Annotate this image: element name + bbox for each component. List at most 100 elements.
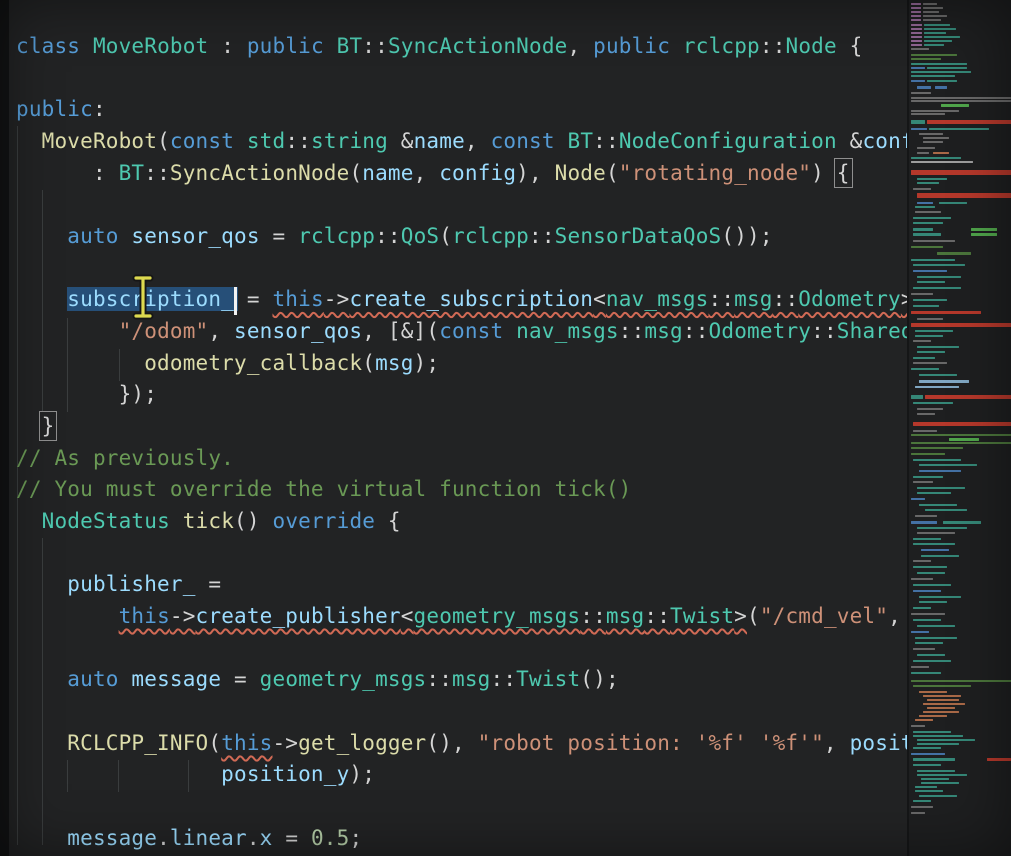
minimap-row bbox=[909, 15, 1011, 17]
minimap-bar bbox=[913, 543, 955, 545]
code-line[interactable]: RCLCPP_INFO(this->get_logger(), "robot p… bbox=[0, 728, 907, 760]
code-line[interactable]: position_y); bbox=[0, 759, 907, 791]
code-token: -> bbox=[170, 604, 196, 628]
code-token: create_subscription bbox=[349, 287, 593, 311]
minimap-bar bbox=[917, 281, 945, 283]
minimap-row bbox=[909, 707, 1011, 709]
minimap-bar bbox=[921, 555, 959, 557]
code-line[interactable]: this->create_publisher<geometry_msgs::ms… bbox=[0, 601, 907, 633]
code-line[interactable]: "/odom", sensor_qos, [&](const nav_msgs:… bbox=[0, 316, 907, 348]
minimap-row bbox=[909, 233, 1011, 236]
minimap-bar bbox=[917, 193, 1011, 198]
code-token: ); bbox=[349, 762, 375, 786]
code-line[interactable]: auto message = geometry_msgs::msg::Twist… bbox=[0, 664, 907, 696]
minimap-bar bbox=[911, 32, 922, 34]
minimap-bar bbox=[911, 672, 941, 674]
code-line[interactable] bbox=[0, 63, 907, 95]
minimap-row bbox=[909, 637, 1011, 639]
code-token: < bbox=[401, 604, 414, 628]
minimap-row bbox=[909, 572, 1011, 574]
minimap-bar bbox=[924, 36, 960, 38]
minimap-row bbox=[909, 442, 1011, 444]
code-token: . bbox=[157, 826, 170, 850]
minimap-row bbox=[909, 413, 1011, 415]
minimap-row bbox=[909, 276, 1011, 278]
minimap-bar bbox=[913, 584, 951, 586]
code-token bbox=[16, 731, 67, 755]
code-token: linear bbox=[170, 826, 247, 850]
code-line[interactable] bbox=[0, 696, 907, 728]
minimap-bar bbox=[927, 67, 967, 69]
code-token: ( bbox=[606, 161, 619, 185]
code-token: QoS bbox=[401, 224, 439, 248]
minimap-bar bbox=[911, 113, 945, 115]
minimap-row bbox=[909, 543, 1011, 545]
minimap-bar bbox=[919, 795, 957, 797]
code-token: :: bbox=[773, 287, 799, 311]
minimap-row bbox=[909, 54, 1011, 56]
minimap-bar bbox=[911, 63, 967, 65]
minimap-row bbox=[909, 206, 1011, 208]
minimap-row bbox=[909, 92, 1011, 94]
code-line[interactable]: odometry_callback(msg); bbox=[0, 348, 907, 380]
minimap-bar bbox=[913, 217, 951, 219]
code-token: Node bbox=[786, 34, 837, 58]
minimap-bar bbox=[911, 293, 933, 295]
code-area[interactable]: class MoveRobot : public BT::SyncActionN… bbox=[0, 0, 907, 856]
code-token: :: bbox=[375, 224, 401, 248]
minimap[interactable] bbox=[907, 0, 1011, 856]
code-line[interactable]: } bbox=[0, 411, 907, 443]
minimap-row bbox=[909, 182, 1011, 184]
code-line[interactable]: : BT::SyncActionNode(name, config), Node… bbox=[0, 158, 907, 190]
code-line[interactable]: MoveRobot(const std::string &name, const… bbox=[0, 126, 907, 158]
minimap-bar bbox=[911, 395, 923, 399]
minimap-row bbox=[909, 758, 1011, 761]
code-line[interactable] bbox=[0, 538, 907, 570]
code-token: ( bbox=[439, 224, 452, 248]
minimap-bar bbox=[911, 434, 1011, 436]
minimap-bar bbox=[917, 202, 933, 204]
minimap-bar bbox=[949, 438, 979, 441]
code-line[interactable]: // You must override the virtual functio… bbox=[0, 474, 907, 506]
minimap-row bbox=[909, 299, 1011, 301]
code-line[interactable]: // As previously. bbox=[0, 443, 907, 475]
minimap-row bbox=[909, 715, 1011, 717]
code-line[interactable]: class MoveRobot : public BT::SyncActionN… bbox=[0, 31, 907, 63]
code-line[interactable]: public: bbox=[0, 94, 907, 126]
code-token: :: bbox=[760, 34, 786, 58]
minimap-bar bbox=[911, 7, 921, 9]
code-token: :: bbox=[593, 129, 619, 153]
minimap-bar bbox=[915, 719, 933, 721]
code-line[interactable] bbox=[0, 189, 907, 221]
minimap-row bbox=[909, 193, 1011, 198]
minimap-bar bbox=[924, 32, 946, 34]
code-line[interactable]: NodeStatus tick() override { bbox=[0, 506, 907, 538]
minimap-row bbox=[909, 110, 1011, 112]
code-line[interactable] bbox=[0, 791, 907, 823]
minimap-bar bbox=[915, 642, 943, 644]
code-line[interactable]: publisher_ = bbox=[0, 569, 907, 601]
minimap-bar bbox=[927, 707, 955, 709]
minimap-bar bbox=[919, 464, 977, 466]
code-token: rclcpp bbox=[683, 34, 760, 58]
code-line[interactable]: auto sensor_qos = rclcpp::QoS(rclcpp::Se… bbox=[0, 221, 907, 253]
minimap-bar bbox=[917, 774, 967, 776]
code-token bbox=[16, 762, 221, 786]
code-lines[interactable]: class MoveRobot : public BT::SyncActionN… bbox=[0, 31, 907, 854]
minimap-row bbox=[909, 335, 1011, 337]
code-line[interactable]: }); bbox=[0, 379, 907, 411]
minimap-bar bbox=[925, 509, 967, 511]
code-line[interactable] bbox=[0, 633, 907, 665]
code-token bbox=[16, 667, 67, 691]
minimap-bar bbox=[917, 527, 967, 529]
code-token: . bbox=[247, 826, 260, 850]
minimap-bar bbox=[913, 459, 961, 461]
minimap-bar bbox=[913, 619, 941, 621]
minimap-row bbox=[909, 408, 1011, 410]
minimap-bar bbox=[913, 264, 965, 266]
code-token: NodeConfiguration bbox=[619, 129, 837, 153]
minimap-bar bbox=[917, 487, 965, 489]
minimap-row bbox=[909, 113, 1011, 115]
code-line[interactable]: message.linear.x = 0.5; bbox=[0, 823, 907, 855]
minimap-bar bbox=[917, 739, 975, 741]
